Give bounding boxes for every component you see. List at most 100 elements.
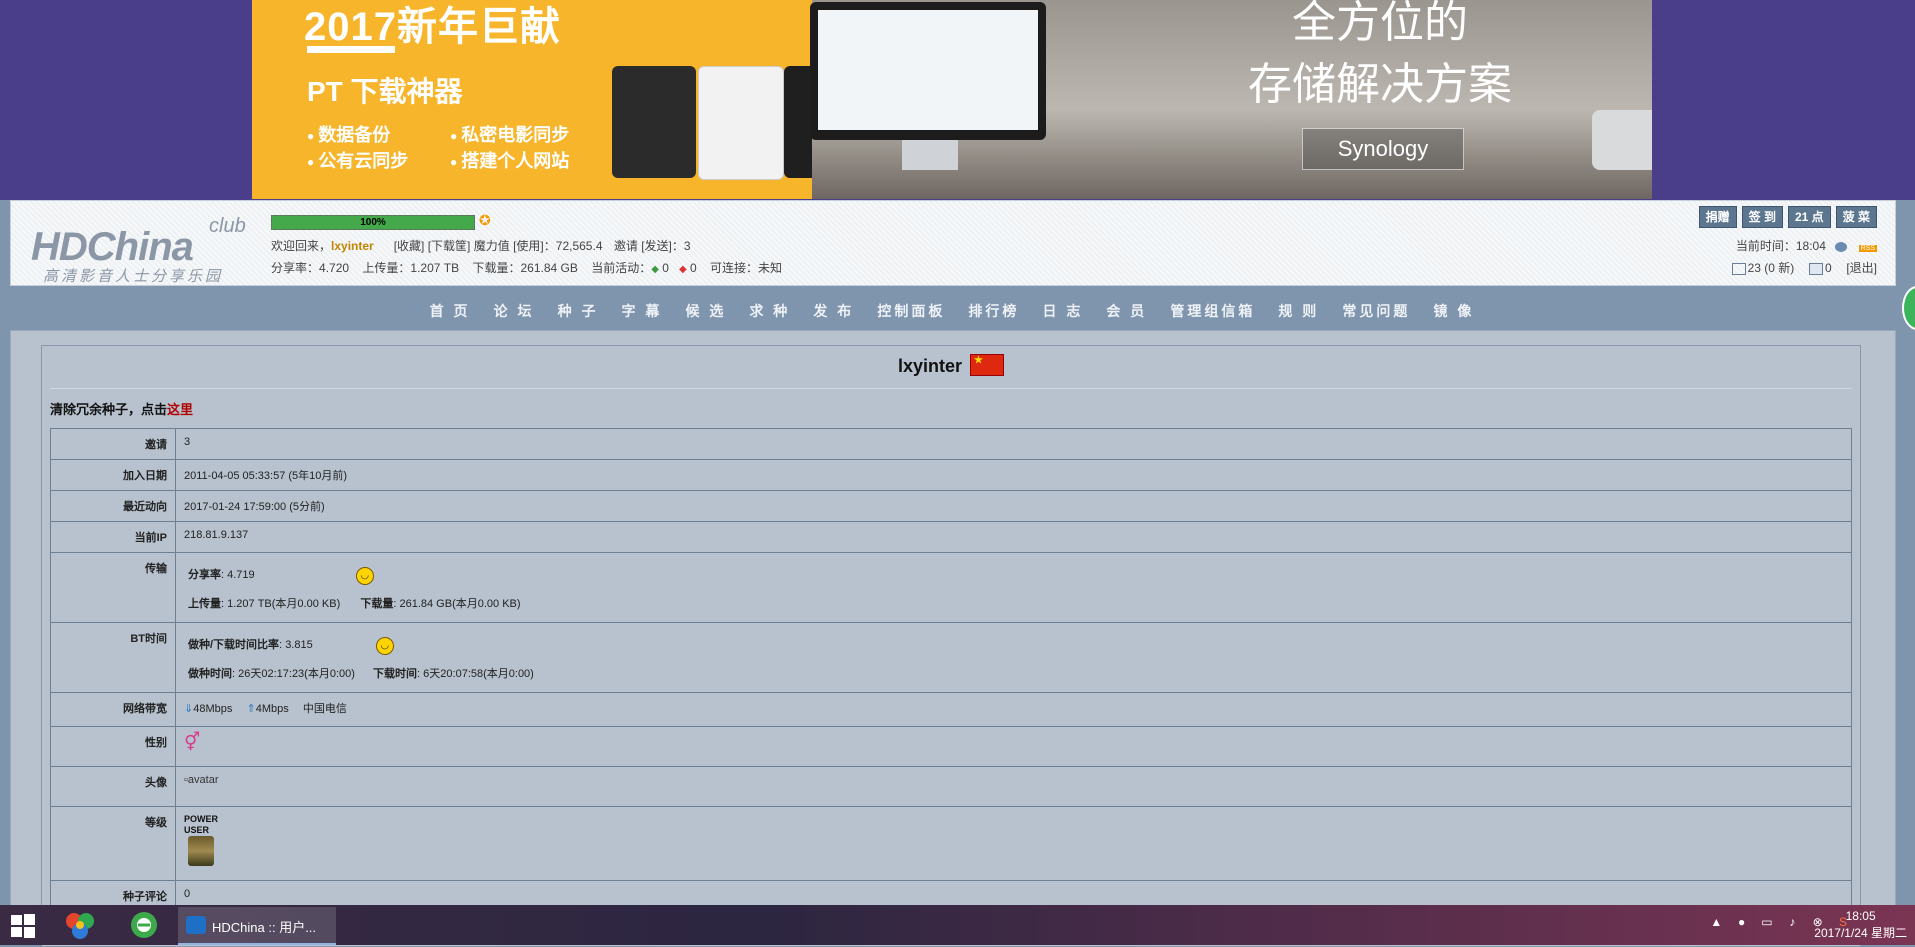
nav-control-panel[interactable]: 控制面板 — [873, 296, 949, 326]
nav-requests[interactable]: 求 种 — [745, 296, 794, 326]
power-user-rank-icon: POWER USER — [184, 814, 224, 866]
smile-face-icon: ◡ — [375, 637, 394, 655]
china-flag-icon: ★ — [970, 354, 1005, 377]
nav-top[interactable]: 排行榜 — [964, 296, 1023, 326]
invite-send-link[interactable]: [发送] — [641, 239, 672, 253]
logo-tagline: 高清影音人士分享乐园 — [43, 268, 224, 285]
rss-icon[interactable]: RSS — [1858, 245, 1877, 252]
sentbox-icon[interactable] — [1808, 262, 1823, 275]
nas-device-white — [698, 66, 784, 180]
download-label: 下载量： — [472, 261, 521, 275]
time-label: 当前时间： — [1735, 239, 1796, 253]
taskbar-active-window[interactable]: HDChina :: 用户... — [178, 907, 336, 945]
nav-upload[interactable]: 发 布 — [809, 296, 858, 326]
magic-value: 72,565.4 — [555, 239, 603, 253]
logout-link[interactable]: [退出] — [1846, 261, 1877, 275]
ratio-label: 分享率： — [271, 261, 320, 275]
downloaded-label: 下载量 — [360, 598, 394, 610]
taskbar-clock[interactable]: 18:05 2017/1/24 星期二 — [1814, 908, 1907, 942]
current-time-line: 当前时间：18:04 RSS — [1736, 237, 1877, 254]
download-value: 261.84 GB — [520, 261, 578, 275]
favorites-link[interactable]: [收藏] — [394, 239, 425, 253]
browser-icon[interactable] — [124, 909, 164, 941]
monitor-screen — [818, 10, 1038, 130]
site-header: HDChina club 高清影音人士分享乐园 100% ✪ 欢迎回来，lxyi… — [10, 200, 1896, 286]
user-details-panel: lxyinter ★ 清除冗余种子，点击这里 邀请 3 加入日期 2011-04-… — [41, 345, 1861, 947]
blackjack-button[interactable]: 21 点 — [1787, 206, 1831, 228]
seed-time-value: 26天02:17:23(本月0:00) — [238, 668, 355, 680]
nav-staff-mail[interactable]: 管理组信箱 — [1166, 296, 1259, 326]
row-value: 218.81.9.137 — [175, 521, 1852, 553]
nav-rules[interactable]: 规 则 — [1274, 296, 1323, 326]
floating-side-button[interactable] — [1902, 286, 1915, 330]
site-logo[interactable]: HDChina club 高清影音人士分享乐园 — [31, 211, 251, 285]
monitor-image — [810, 2, 1046, 140]
nav-users[interactable]: 会 员 — [1102, 296, 1151, 326]
inbox-icon[interactable] — [1731, 262, 1746, 275]
sofa-image — [1592, 110, 1652, 170]
checkin-button[interactable]: 签 到 — [1741, 206, 1783, 228]
gender-cell: ⚥ — [175, 726, 1852, 767]
pinned-app-icon[interactable] — [60, 909, 100, 941]
ad-banner[interactable]: 2017新年巨献 PT 下载神器 数据备份 私密电影同步 公有云同步 搭建个人网… — [252, 0, 1652, 199]
clean-here-link[interactable]: 这里 — [167, 402, 193, 417]
nav-candidates[interactable]: 候 选 — [681, 296, 730, 326]
table-row: 头像 ▫avatar — [50, 766, 1852, 807]
friends-icon[interactable] — [1835, 241, 1848, 252]
user-info-table: 邀请 3 加入日期 2011-04-05 05:33:57 (5年10月前) 最… — [50, 428, 1852, 912]
row-value: 2017-01-24 17:59:00 (5分前) — [175, 490, 1852, 522]
progress-label: 100% — [360, 217, 386, 228]
download-box-link[interactable]: [下载筐] — [428, 239, 471, 253]
star-icon[interactable]: ✪ — [479, 212, 491, 229]
happy-face-icon: ◡ — [355, 567, 374, 585]
ratio-value: 4.720 — [319, 261, 350, 275]
username-link[interactable]: lxyinter — [331, 239, 374, 253]
transfer-cell: 分享率: 4.719 ◡ 上传量: 1.207 TB(本月0.00 KB) 下载… — [175, 552, 1852, 623]
active-leeching[interactable]: 0 — [690, 261, 697, 275]
nav-mirror[interactable]: 镜 像 — [1429, 296, 1478, 326]
profile-username: lxyinter — [897, 356, 963, 376]
tray-network-icon[interactable]: ▭ — [1759, 915, 1775, 929]
tray-network-app-icon[interactable]: ● — [1734, 915, 1750, 929]
inbox-count[interactable]: 23 (0 新) — [1748, 261, 1795, 275]
lottery-button[interactable]: 菠 菜 — [1835, 206, 1877, 228]
sent-count[interactable]: 0 — [1825, 261, 1832, 275]
nav-subtitles[interactable]: 字 幕 — [618, 296, 667, 326]
row-label: 头像 — [50, 766, 176, 807]
uploaded-label: 上传量 — [188, 598, 221, 610]
seeding-arrow-icon: ◆ — [651, 264, 659, 275]
nav-home[interactable]: 首 页 — [426, 296, 475, 326]
leech-time-label: 下载时间 — [373, 668, 418, 680]
main-nav: 首 页 论 坛 种 子 字 幕 候 选 求 种 发 布 控制面板 排行榜 日 志… — [10, 296, 1894, 326]
magic-use-link[interactable]: [使用] — [513, 239, 544, 253]
rank-soldier-icon — [188, 836, 214, 866]
upload-speed-icon: ⇑ — [246, 703, 256, 715]
clock-time: 18:05 — [1845, 909, 1876, 923]
synology-logo: Synology — [1302, 128, 1464, 170]
seed-time-label: 做种时间 — [188, 668, 232, 680]
clock-date: 2017/1/24 星期二 — [1814, 926, 1907, 940]
upload-label: 上传量： — [362, 261, 411, 275]
tray-volume-icon[interactable]: ♪ — [1784, 915, 1800, 929]
monitor-stand — [902, 140, 958, 170]
clean-text: 清除冗余种子，点击 — [50, 402, 168, 417]
windows-start-icon[interactable] — [10, 913, 36, 939]
row-label: 邀请 — [50, 428, 176, 460]
nas-device-dark — [612, 66, 696, 178]
row-label: 最近动向 — [50, 490, 176, 522]
leeching-arrow-icon: ◆ — [678, 264, 687, 275]
banner-feature: 数据备份 — [307, 121, 390, 147]
tray-expand-icon[interactable]: ▲ — [1708, 915, 1724, 929]
nav-torrents[interactable]: 种 子 — [554, 296, 603, 326]
table-row: 等级 POWER USER — [50, 806, 1852, 881]
nav-forum[interactable]: 论 坛 — [490, 296, 539, 326]
magic-label: 魔力值 — [473, 239, 510, 253]
active-seeding[interactable]: 0 — [662, 261, 669, 275]
nav-faq[interactable]: 常见问题 — [1338, 296, 1414, 326]
donate-button[interactable]: 捐赠 — [1698, 206, 1737, 228]
connectable-value: 未知 — [758, 261, 783, 275]
table-row: 性别 ⚥ — [50, 726, 1852, 767]
active-window-title: HDChina :: 用户... — [212, 920, 317, 935]
connectable-label: 可连接： — [710, 261, 759, 275]
nav-log[interactable]: 日 志 — [1038, 296, 1087, 326]
